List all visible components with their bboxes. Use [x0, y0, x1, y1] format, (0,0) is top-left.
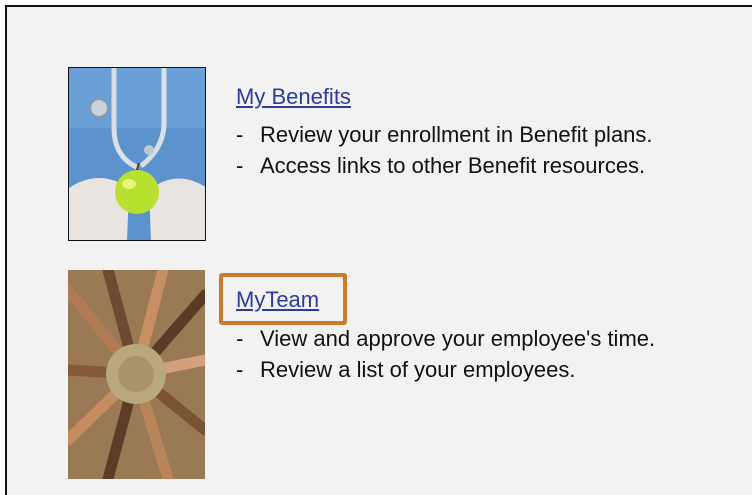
team-bullet-2: - Review a list of your employees.: [236, 359, 575, 381]
team-hands-icon: [68, 270, 205, 479]
team-bullet-text: Review a list of your employees.: [260, 357, 576, 382]
benefits-bullet-1: - Review your enrollment in Benefit plans…: [236, 124, 653, 146]
benefits-bullet-text: Review your enrollment in Benefit plans.: [260, 122, 653, 147]
benefits-bullet-2: - Access links to other Benefit resources…: [236, 155, 645, 177]
team-bullet-1: - View and approve your employee's time.: [236, 328, 655, 350]
team-bullet-text: View and approve your employee's time.: [260, 326, 656, 351]
benefits-photo[interactable]: [68, 67, 206, 241]
myteam-highlight-box: [219, 273, 347, 325]
benefits-bullet-text: Access links to other Benefit resources.: [260, 153, 646, 178]
bullet-dash: -: [236, 326, 244, 351]
bullet-dash: -: [236, 122, 244, 147]
doctor-apple-icon: [69, 68, 205, 240]
my-benefits-link[interactable]: My Benefits: [236, 86, 351, 108]
team-photo[interactable]: [68, 270, 205, 479]
bullet-dash: -: [236, 357, 244, 382]
bullet-dash: -: [236, 153, 244, 178]
